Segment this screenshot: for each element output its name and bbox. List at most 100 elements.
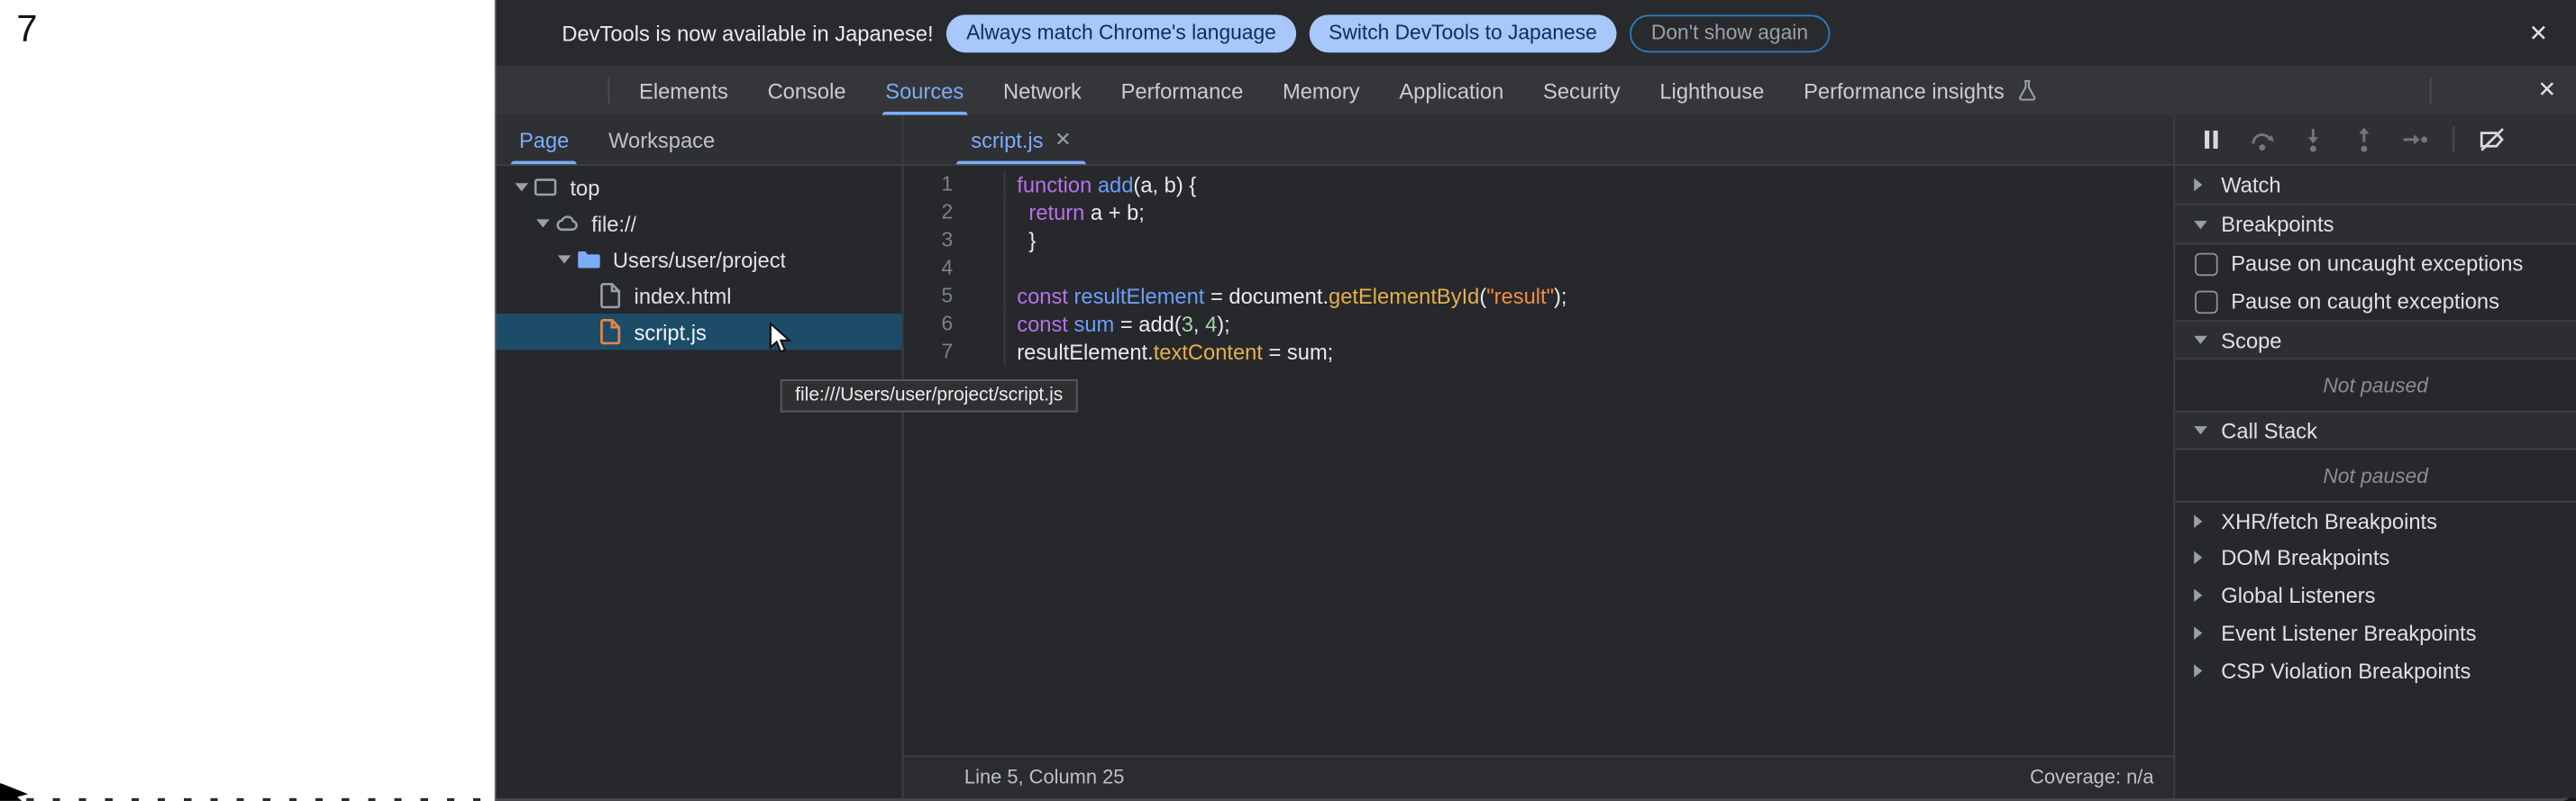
tree-item-label: file:// (591, 211, 636, 235)
kebab-menu-icon[interactable] (2493, 77, 2519, 104)
step-icon[interactable] (2400, 125, 2430, 155)
banner-button-don-t-show-again[interactable]: Don't show again (1630, 14, 1829, 51)
navigator-menu-kebab-icon[interactable] (863, 126, 889, 152)
triangle-down-icon[interactable] (531, 218, 554, 228)
section-label: CSP Violation Breakpoints (2221, 659, 2471, 683)
file-js-icon (597, 319, 623, 345)
debugger-sidebar: WatchBreakpointsPause on uncaught except… (2173, 115, 2576, 798)
token-pl: ); (1554, 284, 1567, 308)
sidebar-section-global-listeners[interactable]: Global Listeners (2175, 577, 2576, 614)
frame-icon (533, 174, 559, 200)
step-out-icon[interactable] (2349, 125, 2379, 155)
tab-lighthouse[interactable]: Lighthouse (1640, 66, 1785, 115)
triangle-down-icon[interactable] (552, 255, 575, 265)
toolbar-divider (2453, 126, 2454, 152)
gear-icon[interactable] (2449, 77, 2475, 104)
pause-icon[interactable] (2197, 125, 2226, 155)
line-number[interactable]: 2 (903, 199, 1005, 227)
tab-network[interactable]: Network (983, 66, 1101, 115)
tab-performance-insights[interactable]: Performance insights (1784, 66, 2079, 115)
sidebar-section-dom-breakpoints[interactable]: DOM Breakpoints (2175, 539, 2576, 577)
line-number[interactable]: 5 (903, 283, 1005, 311)
tab-label: Memory (1283, 78, 1360, 103)
tree-item-script-js[interactable]: script.js (496, 314, 901, 350)
navigator-tab-page[interactable]: Page (499, 115, 589, 165)
token-prop: getElementById (1329, 284, 1479, 308)
banner-button-always-match-chrome-s-language[interactable]: Always match Chrome's language (946, 14, 1295, 51)
code-line-text: } (1005, 227, 1036, 255)
editor-status-bar: Line 5, Column 25 Coverage: n/a (903, 755, 2173, 797)
pretty-print-braces-icon[interactable] (925, 764, 949, 790)
token-pl (1068, 312, 1074, 336)
deactivate-breakpoints-icon[interactable] (2478, 125, 2507, 155)
token-pl: , (1193, 312, 1205, 336)
step-over-icon[interactable] (2247, 125, 2277, 155)
sidebar-section-csp-violation-breakpoints[interactable]: CSP Violation Breakpoints (2175, 652, 2576, 690)
line-number[interactable]: 4 (903, 255, 1005, 283)
triangle-down-icon (2193, 219, 2207, 229)
step-into-icon[interactable] (2298, 125, 2328, 155)
device-toolbar-icon[interactable] (562, 77, 588, 104)
token-str: "result" (1486, 284, 1554, 308)
tab-elements[interactable]: Elements (619, 66, 748, 115)
line-number[interactable]: 7 (903, 338, 1005, 366)
tab-label: Performance insights (1804, 78, 2005, 103)
navigator-tab-workspace[interactable]: Workspace (589, 115, 735, 165)
code-line: 1function add(a, b) { (903, 171, 2173, 199)
code-editor[interactable]: 1function add(a, b) {2 return a + b;3 } 4… (903, 166, 2173, 755)
editor-tab-close-icon[interactable]: ✕ (1055, 128, 1071, 151)
banner-button-switch-devtools-to-japanese[interactable]: Switch DevTools to Japanese (1309, 14, 1616, 51)
hide-navigator-icon[interactable] (918, 126, 945, 152)
editor-tab-script-js[interactable]: script.js ✕ (953, 115, 1090, 165)
sidebar-section-xhr-fetch-breakpoints[interactable]: XHR/fetch Breakpoints (2175, 501, 2576, 539)
sidebar-section-breakpoints[interactable]: Breakpoints (2175, 205, 2576, 245)
infobar-close-icon[interactable]: ✕ (2522, 15, 2554, 50)
folder-icon (575, 246, 601, 272)
tab-console[interactable]: Console (748, 66, 866, 115)
tab-application[interactable]: Application (1379, 66, 1523, 115)
code-line-text: const resultElement = document.getElemen… (1005, 283, 1567, 311)
checkbox-pause-on-uncaught-exceptions[interactable] (2195, 252, 2218, 276)
section-label: XHR/fetch Breakpoints (2221, 508, 2437, 532)
sidebar-section-watch[interactable]: Watch (2175, 166, 2576, 205)
message-label: Not paused (2323, 374, 2428, 397)
line-number[interactable]: 1 (903, 171, 1005, 199)
info-icon (521, 20, 547, 46)
tree-item-file[interactable]: file:// (496, 205, 901, 241)
checkbox-row-pause-on-uncaught-exceptions[interactable]: Pause on uncaught exceptions (2175, 245, 2576, 283)
token-pl: } (1017, 228, 1036, 252)
checkbox-pause-on-caught-exceptions[interactable] (2195, 290, 2218, 314)
sidebar-section-call-stack[interactable]: Call Stack (2175, 411, 2576, 451)
tree-item-index-html[interactable]: index.html (496, 278, 901, 314)
triangle-down-icon (2193, 425, 2207, 435)
triangle-down-icon (2193, 335, 2207, 345)
tab-security[interactable]: Security (1523, 66, 1640, 115)
sidebar-section-scope[interactable]: Scope (2175, 320, 2576, 360)
devtools-language-infobar: DevTools is now available in Japanese! A… (496, 0, 2576, 66)
inspect-element-icon[interactable] (516, 77, 542, 104)
line-number[interactable]: 6 (903, 310, 1005, 338)
triangle-down-icon[interactable] (509, 182, 533, 192)
tab-label: Sources (885, 78, 964, 103)
token-fn: resultElement (1074, 284, 1205, 308)
sidebar-section-event-listener-breakpoints[interactable]: Event Listener Breakpoints (2175, 614, 2576, 652)
tree-item-users-user-project[interactable]: Users/user/project (496, 241, 901, 278)
token-pl: ( (1479, 284, 1486, 308)
section-label: Call Stack (2221, 418, 2317, 442)
code-line-text: return a + b; (1005, 199, 1144, 227)
tab-memory[interactable]: Memory (1263, 66, 1379, 115)
token-pl: = document. (1204, 284, 1329, 308)
screen: 7 DevTools is now available in Japanese!… (0, 0, 2576, 801)
navigator-tabs: PageWorkspace (499, 115, 735, 165)
checkbox-row-pause-on-caught-exceptions[interactable]: Pause on caught exceptions (2175, 283, 2576, 321)
line-number[interactable]: 3 (903, 227, 1005, 255)
section-label: Scope (2221, 328, 2281, 352)
tab-performance[interactable]: Performance (1101, 66, 1263, 115)
tab-sources[interactable]: Sources (865, 66, 983, 115)
code-line: 7resultElement.textContent = sum; (903, 338, 2173, 366)
tab-label: Performance (1121, 78, 1244, 103)
tree-item-top[interactable]: top (496, 169, 901, 205)
debugger-sections: WatchBreakpointsPause on uncaught except… (2175, 166, 2576, 797)
more-tabs-chevron-icon[interactable] (738, 126, 764, 152)
devtools-close-icon[interactable]: ✕ (2538, 77, 2557, 104)
